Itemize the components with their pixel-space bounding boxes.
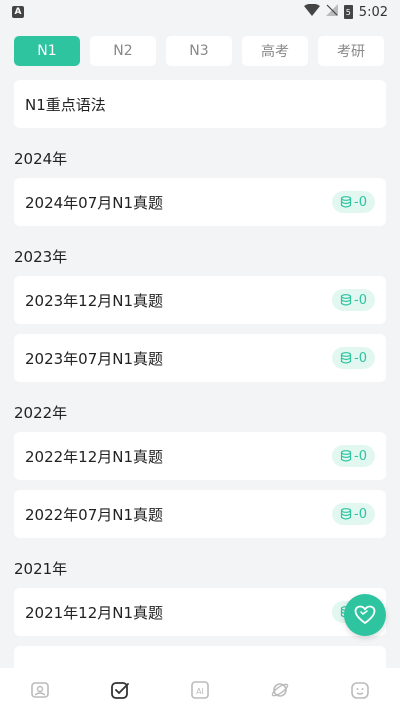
count-badge: -0 — [332, 503, 375, 525]
list-item[interactable]: 2023年12月N1真题 -0 — [14, 276, 386, 324]
nav-practice[interactable] — [100, 670, 140, 710]
count-badge: -0 — [332, 191, 375, 213]
list-item[interactable]: 2023年07月N1真题 -0 — [14, 334, 386, 382]
section-title: 2024年 — [14, 149, 68, 168]
favorite-fab[interactable] — [344, 594, 386, 636]
heart-icon — [354, 605, 376, 624]
exam-title: 2023年12月N1真题 — [25, 291, 164, 310]
clock: 5:02 — [358, 4, 388, 20]
tab-n2[interactable]: N2 — [90, 36, 156, 66]
section-title: 2023年 — [14, 247, 68, 266]
planet-icon — [271, 683, 289, 697]
svg-text:AI: AI — [196, 687, 204, 696]
exam-title: 2022年07月N1真题 — [25, 505, 164, 524]
list-item[interactable]: 2024年07月N1真题 -0 — [14, 178, 386, 226]
status-bar: A 5 5:02 — [0, 0, 400, 24]
nav-image[interactable] — [20, 670, 60, 710]
bottom-nav: AI — [0, 668, 400, 712]
tab-n1[interactable]: N1 — [14, 36, 80, 66]
nav-profile[interactable] — [340, 670, 380, 710]
count-badge: -0 — [332, 289, 375, 311]
signal-icon — [325, 4, 338, 20]
face-icon — [351, 682, 369, 699]
level-tabs: N1 N2 N3 高考 考研 — [0, 24, 400, 66]
tab-n3[interactable]: N3 — [166, 36, 232, 66]
tab-kaoyan[interactable]: 考研 — [318, 36, 384, 66]
section-title: 2022年 — [14, 403, 68, 422]
database-icon — [340, 352, 352, 364]
exam-list: N1重点语法 2024年 2024年07月N1真题 -0 2023年 2023年… — [0, 66, 400, 694]
app-notification-icon: A — [12, 6, 24, 18]
section-title: 2021年 — [14, 559, 68, 578]
count-badge: -0 — [332, 445, 375, 467]
battery-icon: 5 — [343, 5, 353, 19]
nav-discover[interactable] — [260, 670, 300, 710]
ai-icon: AI — [191, 681, 209, 699]
exam-title: 2022年12月N1真题 — [25, 447, 164, 466]
nav-ai[interactable]: AI — [180, 670, 220, 710]
grammar-card[interactable]: N1重点语法 — [14, 80, 386, 128]
exam-title: 2024年07月N1真题 — [25, 193, 164, 212]
grammar-card-label: N1重点语法 — [25, 95, 106, 114]
wifi-icon — [303, 3, 320, 20]
exam-title: 2023年07月N1真题 — [25, 349, 164, 368]
database-icon — [340, 196, 352, 208]
list-item[interactable]: 2022年12月N1真题 -0 — [14, 432, 386, 480]
list-item[interactable]: 2021年12月N1真题 -0 — [14, 588, 386, 636]
list-item[interactable]: 2022年07月N1真题 -0 — [14, 490, 386, 538]
check-note-icon — [111, 682, 129, 699]
image-icon — [31, 682, 49, 698]
count-badge: -0 — [332, 347, 375, 369]
exam-title: 2021年12月N1真题 — [25, 603, 164, 622]
database-icon — [340, 508, 352, 520]
tab-gaokao[interactable]: 高考 — [242, 36, 308, 66]
database-icon — [340, 294, 352, 306]
database-icon — [340, 450, 352, 462]
